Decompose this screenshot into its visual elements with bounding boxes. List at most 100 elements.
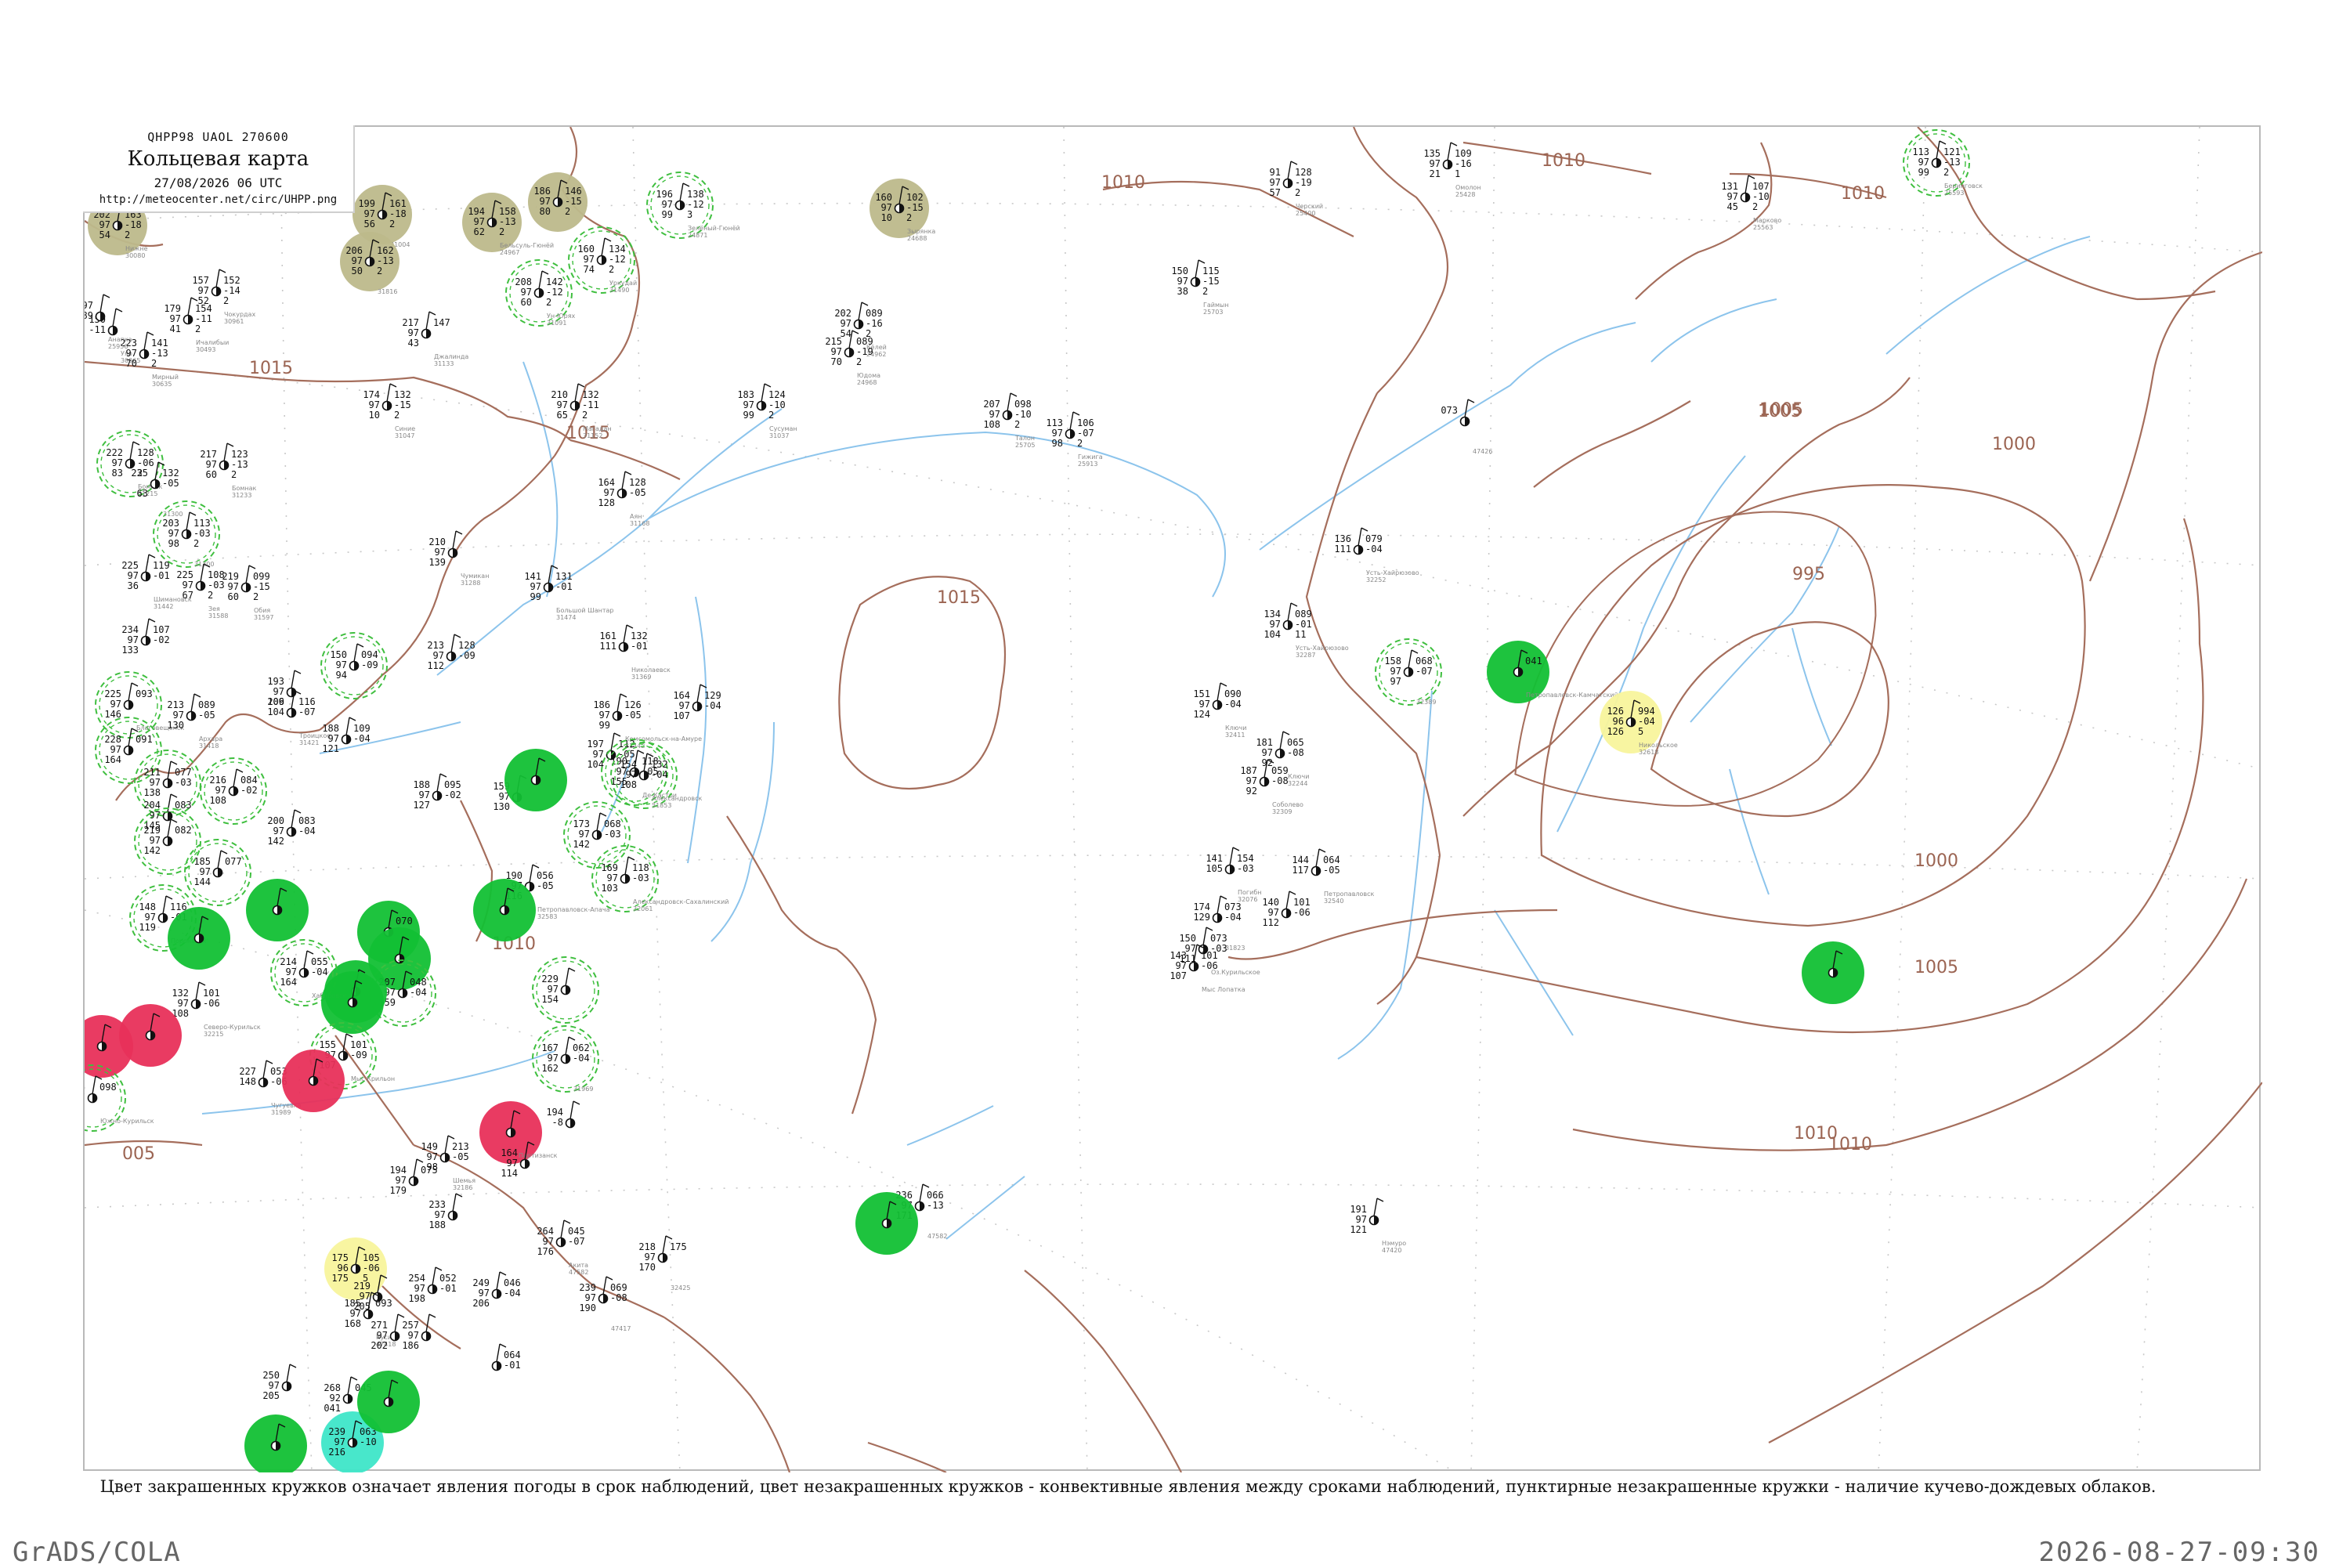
station-value-left: 97 <box>408 327 419 338</box>
station-marker[interactable] <box>246 879 309 941</box>
station-marker[interactable]: 194-8 <box>546 1100 580 1129</box>
station-marker[interactable]: 16497128128-05Аян31168 <box>598 471 649 527</box>
station-marker[interactable]: 13497104 089-0111 Усть-Хайрюзово32287 <box>1264 602 1349 659</box>
station-marker[interactable]: 23397188 <box>428 1193 463 1230</box>
station-marker[interactable]: 1139799 121-132 Беринговск25593 <box>1903 129 1983 197</box>
station-marker[interactable]: 13297108101-06Северо-Курильск32215 <box>172 981 261 1038</box>
station-value-left: 43 <box>408 338 419 349</box>
station-marker[interactable]: 25497198 052-01 <box>408 1266 457 1304</box>
station-marker[interactable] <box>357 1371 420 1433</box>
station-marker[interactable]: 18597144 077 <box>184 839 251 906</box>
station-marker[interactable] <box>473 879 536 941</box>
station-marker[interactable]: 1609774 134-122 Уркудай31490 <box>568 226 637 294</box>
station-marker[interactable]: 27197202 <box>371 1313 405 1351</box>
station-marker[interactable]: 19497179 075 <box>389 1158 438 1196</box>
station-marker[interactable]: 1839799 124-102 Сусуман31037 <box>737 383 797 439</box>
station-marker[interactable]: 1609710 102-152 Зырянка24688 <box>870 179 935 242</box>
station-value-left: 21 <box>1430 168 1441 179</box>
station-value-left: 191 <box>1350 1204 1367 1215</box>
station-marker[interactable]: 1879792 059-08 Соболево32309 <box>1240 759 1303 815</box>
station-marker[interactable]: 1509738 115-152 Гаймын25703 <box>1171 259 1229 316</box>
station-value-left: 10 <box>881 212 892 223</box>
station-marker[interactable]: 14097112 101-06 <box>1262 891 1311 928</box>
station-marker[interactable]: 1969799 138-123 Зелёный-Гюнёй24871 <box>646 172 740 239</box>
station-marker[interactable]: 25097205 <box>262 1364 297 1401</box>
station-value-left: 193 <box>267 676 284 687</box>
station-value-left: 97 <box>200 866 211 877</box>
station-marker[interactable]: 16997103 118-03 Александровск-Сахалинский3… <box>591 845 729 912</box>
station-marker[interactable] <box>244 1414 307 1472</box>
station-name: Архара <box>199 735 222 742</box>
station-marker[interactable]: 17397142 068-03 <box>563 801 631 869</box>
station-value-right: 154 <box>195 303 212 314</box>
station-value-right: -04 <box>504 1288 521 1299</box>
station-marker[interactable]: 064-01 <box>491 1343 521 1371</box>
station-marker[interactable]: 2179760 123-132 Бомнак31233 <box>200 443 257 499</box>
station-marker[interactable]: 1869780 146-152 <box>528 172 588 232</box>
station-marker[interactable]: 2259767108-032Зея31588 <box>176 563 228 620</box>
station-name: Бомнак <box>232 485 257 492</box>
station-marker[interactable]: 136111 079-04 Усть-Хайрюзово32252 <box>1334 527 1419 583</box>
station-id: 32244 <box>1288 780 1307 787</box>
station-value-left: 97 <box>350 1308 361 1319</box>
station-value-left: 216 <box>328 1447 345 1458</box>
station-value-left: 97 <box>599 710 610 721</box>
station-marker[interactable]: 1749710 132-152 Синие31047 <box>363 383 415 439</box>
station-marker[interactable]: 18897127 095-02 <box>413 773 461 811</box>
station-marker[interactable] <box>282 1050 345 1112</box>
station-value-left: 133 <box>121 645 139 656</box>
station-value-left: 97 <box>1262 747 1273 758</box>
station-marker[interactable]: 26497176 045-07 Акита47582 <box>537 1219 588 1276</box>
station-marker[interactable] <box>1802 941 1864 1004</box>
station-marker[interactable]: 21397130 089-05 Архара31418 <box>167 693 222 750</box>
station-value-right: 094 <box>361 649 378 660</box>
station-marker[interactable]: 20797108 098-102 Талон25705 <box>983 392 1035 449</box>
station-marker[interactable]: 1419799 131-01 Большой Шантар31474 <box>524 565 614 621</box>
station-value-right: -04 <box>353 733 371 744</box>
station-marker[interactable]: 22997154 <box>532 956 599 1024</box>
station-id: 31989 <box>271 1109 291 1116</box>
station-value-right: 079 <box>1365 533 1383 544</box>
station-marker[interactable]: 041 Петропавловск-Камчатский <box>1487 641 1618 703</box>
station-value-left: 219 <box>353 1281 371 1292</box>
station-marker[interactable]: 141105154-03Погибн32076 <box>1206 847 1261 903</box>
station-marker[interactable] <box>504 749 567 811</box>
station-marker[interactable]: 161111 132-01 Николаевск31369 <box>599 624 671 681</box>
station-marker[interactable]: 1139798 106-072 Гижига25913 <box>1046 411 1103 468</box>
station-marker[interactable]: 23497133 107-02 <box>121 618 170 656</box>
station-marker[interactable]: 16497107 129-04 <box>673 684 721 721</box>
station-marker[interactable]: 25797186 <box>402 1313 436 1351</box>
station-value-left: 98 <box>1052 438 1063 449</box>
station-value-left: 97 <box>228 581 239 592</box>
station-marker[interactable]: 2159770 089-192 Юдома24968 <box>825 330 880 386</box>
station-marker[interactable]: 20097142 083-04 <box>267 809 316 847</box>
station-marker[interactable]: 23997190 069-08 47417 <box>579 1276 631 1332</box>
station-marker[interactable]: 1359721 109-161 Омолон25428 <box>1423 142 1480 198</box>
map-canvas: 1015101510101015101010101005100099510001… <box>85 127 2262 1472</box>
station-marker[interactable]: 21397112 128-09 <box>427 634 475 671</box>
station-marker[interactable]: 24997206 046-04 <box>472 1271 521 1309</box>
station-marker[interactable]: 1509794 094-09 <box>320 632 388 699</box>
station-marker[interactable]: 15197124 090-04 Ключи32411 <box>1193 682 1246 739</box>
station-marker[interactable]: 2089760 142-122 Ун-Юрях31091 <box>505 259 576 327</box>
station-marker[interactable]: 16797162 062-04 31969 <box>532 1025 599 1093</box>
station-value-left: 97 <box>168 528 179 539</box>
station-marker[interactable] <box>855 1192 918 1255</box>
station-marker[interactable]: 919757 128-192 Черский25400 <box>1270 161 1324 217</box>
map-url[interactable]: http://meteocenter.net/circ/UHPP.png <box>83 193 353 206</box>
station-marker[interactable]: 2179743 147 Джалинда31133 <box>402 311 468 367</box>
station-marker[interactable]: 19197121 Нэмуро47420 <box>1350 1198 1406 1254</box>
station-marker[interactable]: 21897170 175 32425 <box>638 1235 690 1292</box>
station-marker[interactable]: 1799741154-112Ичалибыи30493 <box>164 297 229 353</box>
station-marker[interactable]: 12696126 994-045 Никольское32618 <box>1600 691 1678 756</box>
station-marker[interactable]: 209104116-07Троицкое31421 <box>267 690 331 746</box>
station-marker[interactable]: 21697108 084-02 <box>200 757 267 825</box>
station-marker[interactable]: 2069750 162-132 31816 <box>340 232 400 295</box>
station-name: Гаймын <box>1203 302 1229 309</box>
station-marker[interactable]: 21097139 Чумикан31288 <box>428 530 489 587</box>
station-marker[interactable]: 1499798213-05Шемья32186 <box>421 1135 475 1191</box>
map-frame: 1015 1015 1010 1015 1010 1010 1005 1000 995 1000 1… <box>83 125 2262 1472</box>
station-marker[interactable] <box>168 907 230 970</box>
station-marker[interactable]: 2199760 099-152 Обия31597 <box>222 565 273 621</box>
station-marker[interactable]: 073 47426 <box>1441 399 1492 455</box>
